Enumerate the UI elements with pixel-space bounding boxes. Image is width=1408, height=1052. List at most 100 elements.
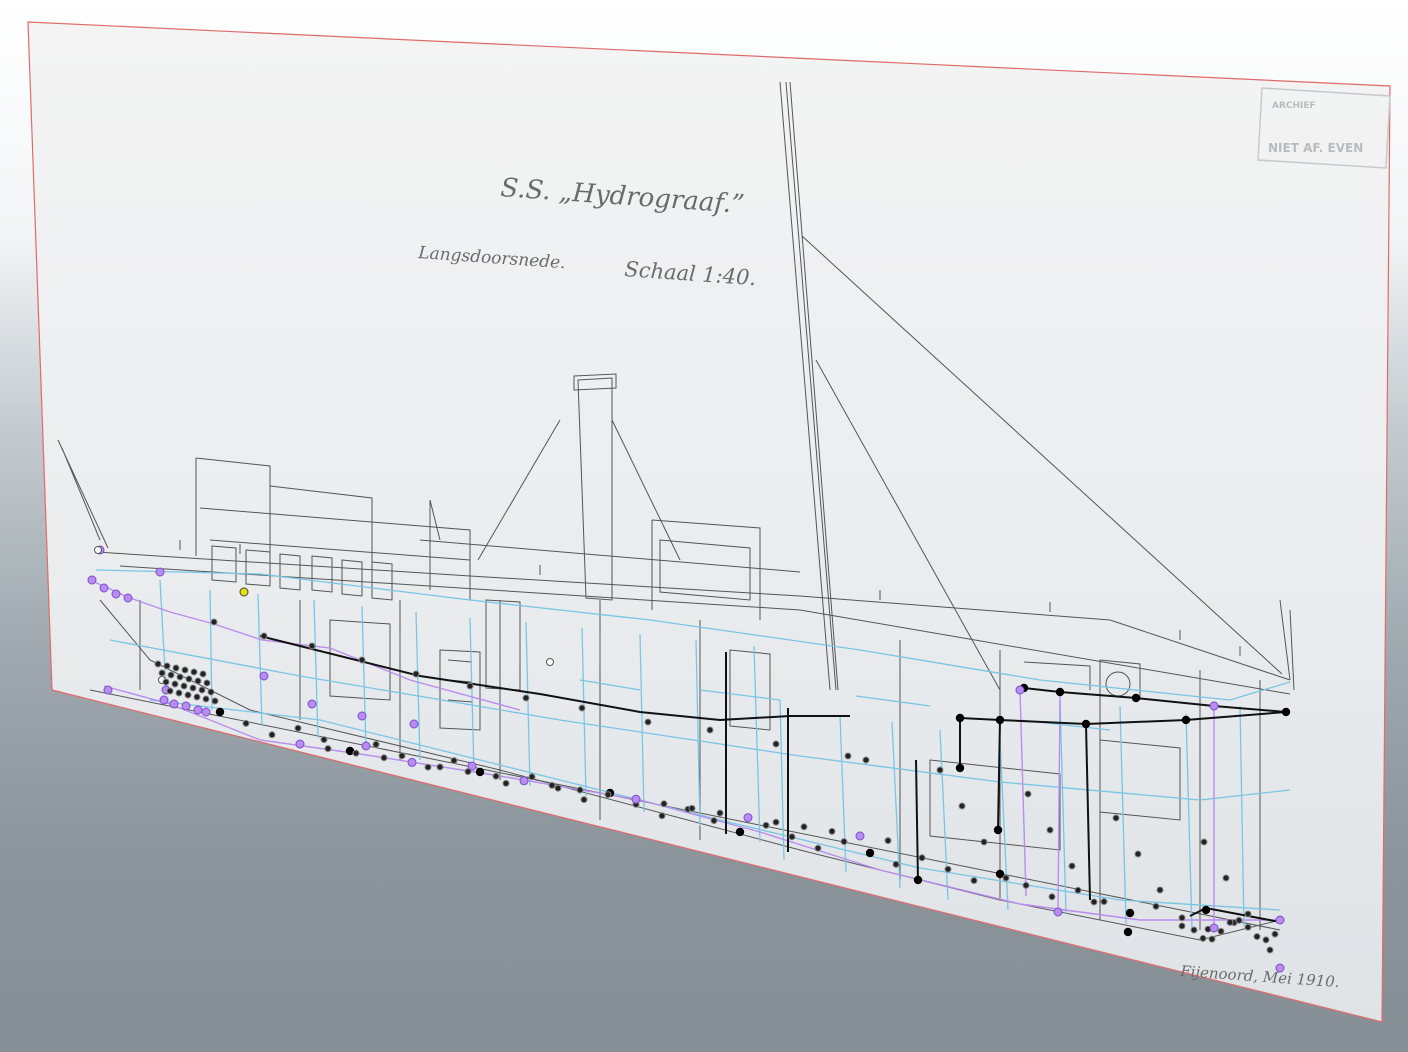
control-point[interactable] [1222, 874, 1230, 882]
control-point[interactable] [412, 670, 420, 678]
control-point[interactable] [215, 707, 225, 717]
control-point[interactable] [193, 705, 203, 715]
control-point[interactable] [1022, 881, 1030, 889]
control-point[interactable] [522, 694, 530, 702]
control-point[interactable] [492, 772, 500, 780]
control-point[interactable] [268, 731, 276, 739]
control-point[interactable] [87, 575, 97, 585]
control-point[interactable] [1201, 905, 1211, 915]
control-point[interactable] [260, 632, 268, 640]
control-point[interactable] [185, 675, 193, 683]
3d-viewport[interactable]: ARCHIEF NIET AF. EVEN S.S. „Hydrograaf.”… [0, 0, 1408, 1052]
control-point[interactable] [176, 673, 184, 681]
control-point[interactable] [1253, 933, 1261, 941]
control-point[interactable] [1208, 935, 1216, 943]
control-point[interactable] [1152, 902, 1160, 910]
control-point[interactable] [357, 711, 367, 721]
selected-control-point[interactable] [239, 587, 249, 597]
control-point[interactable] [993, 825, 1003, 835]
control-point[interactable] [1199, 934, 1207, 942]
control-point[interactable] [203, 679, 211, 687]
control-point[interactable] [716, 809, 724, 817]
control-point[interactable] [175, 689, 183, 697]
control-point[interactable] [198, 686, 206, 694]
control-point[interactable] [1262, 936, 1270, 944]
control-point[interactable] [944, 865, 952, 873]
control-point[interactable] [123, 593, 133, 603]
control-point[interactable] [1244, 923, 1252, 931]
control-point[interactable] [688, 804, 696, 812]
control-point[interactable] [163, 662, 171, 670]
control-point[interactable] [1271, 930, 1279, 938]
control-point[interactable] [169, 699, 179, 709]
control-point[interactable] [1235, 916, 1243, 924]
control-point[interactable] [94, 546, 102, 554]
control-point[interactable] [155, 567, 165, 577]
control-point[interactable] [159, 695, 169, 705]
control-point[interactable] [189, 684, 197, 692]
control-point[interactable] [1200, 838, 1208, 846]
control-point[interactable] [181, 701, 191, 711]
control-point[interactable] [828, 827, 836, 835]
control-point[interactable] [576, 786, 584, 794]
control-point[interactable] [466, 682, 474, 690]
control-point[interactable] [407, 757, 417, 767]
control-point[interactable] [1048, 893, 1056, 901]
control-point[interactable] [361, 741, 371, 751]
control-point[interactable] [658, 812, 666, 820]
control-point[interactable] [913, 875, 923, 885]
control-point[interactable] [436, 763, 444, 771]
control-point[interactable] [710, 817, 718, 825]
control-point[interactable] [1275, 963, 1285, 973]
control-point[interactable] [99, 583, 109, 593]
control-point[interactable] [840, 838, 848, 846]
control-point[interactable] [772, 740, 780, 748]
control-point[interactable] [1055, 687, 1065, 697]
control-point[interactable] [307, 699, 317, 709]
control-point[interactable] [1190, 926, 1198, 934]
control-point[interactable] [1090, 898, 1098, 906]
control-point[interactable] [111, 589, 121, 599]
control-point[interactable] [528, 773, 536, 781]
control-point[interactable] [995, 715, 1005, 725]
control-point[interactable] [1100, 898, 1108, 906]
control-point[interactable] [519, 776, 529, 786]
control-point[interactable] [604, 791, 612, 799]
control-point[interactable] [475, 767, 485, 777]
control-point[interactable] [308, 642, 316, 650]
control-point[interactable] [171, 680, 179, 688]
control-point[interactable] [548, 781, 556, 789]
control-point[interactable] [1081, 719, 1091, 729]
control-point[interactable] [352, 749, 360, 757]
control-point[interactable] [180, 682, 188, 690]
control-point[interactable] [158, 669, 166, 677]
control-point[interactable] [201, 707, 211, 717]
control-point[interactable] [1181, 715, 1191, 725]
control-point[interactable] [358, 656, 366, 664]
control-point[interactable] [167, 671, 175, 679]
control-point[interactable] [1217, 927, 1225, 935]
control-point[interactable] [788, 833, 796, 841]
control-point[interactable] [324, 745, 332, 753]
control-point[interactable] [644, 718, 652, 726]
control-point[interactable] [580, 796, 588, 804]
control-point[interactable] [259, 671, 269, 681]
control-point[interactable] [1226, 918, 1234, 926]
control-point[interactable] [1068, 862, 1076, 870]
reference-image-plane[interactable]: ARCHIEF NIET AF. EVEN S.S. „Hydrograaf.”… [27, 21, 1391, 1023]
control-point[interactable] [1134, 850, 1142, 858]
control-point[interactable] [210, 618, 218, 626]
control-point[interactable] [294, 724, 302, 732]
control-point[interactable] [892, 860, 900, 868]
control-point[interactable] [735, 827, 745, 837]
control-point[interactable] [970, 877, 978, 885]
control-point[interactable] [1156, 886, 1164, 894]
control-point[interactable] [743, 813, 753, 823]
control-point[interactable] [631, 794, 641, 804]
control-point[interactable] [1209, 923, 1219, 933]
control-point[interactable] [184, 691, 192, 699]
control-point[interactable] [207, 688, 215, 696]
control-point[interactable] [502, 779, 510, 787]
control-point[interactable] [1123, 927, 1133, 937]
control-point[interactable] [1046, 826, 1054, 834]
